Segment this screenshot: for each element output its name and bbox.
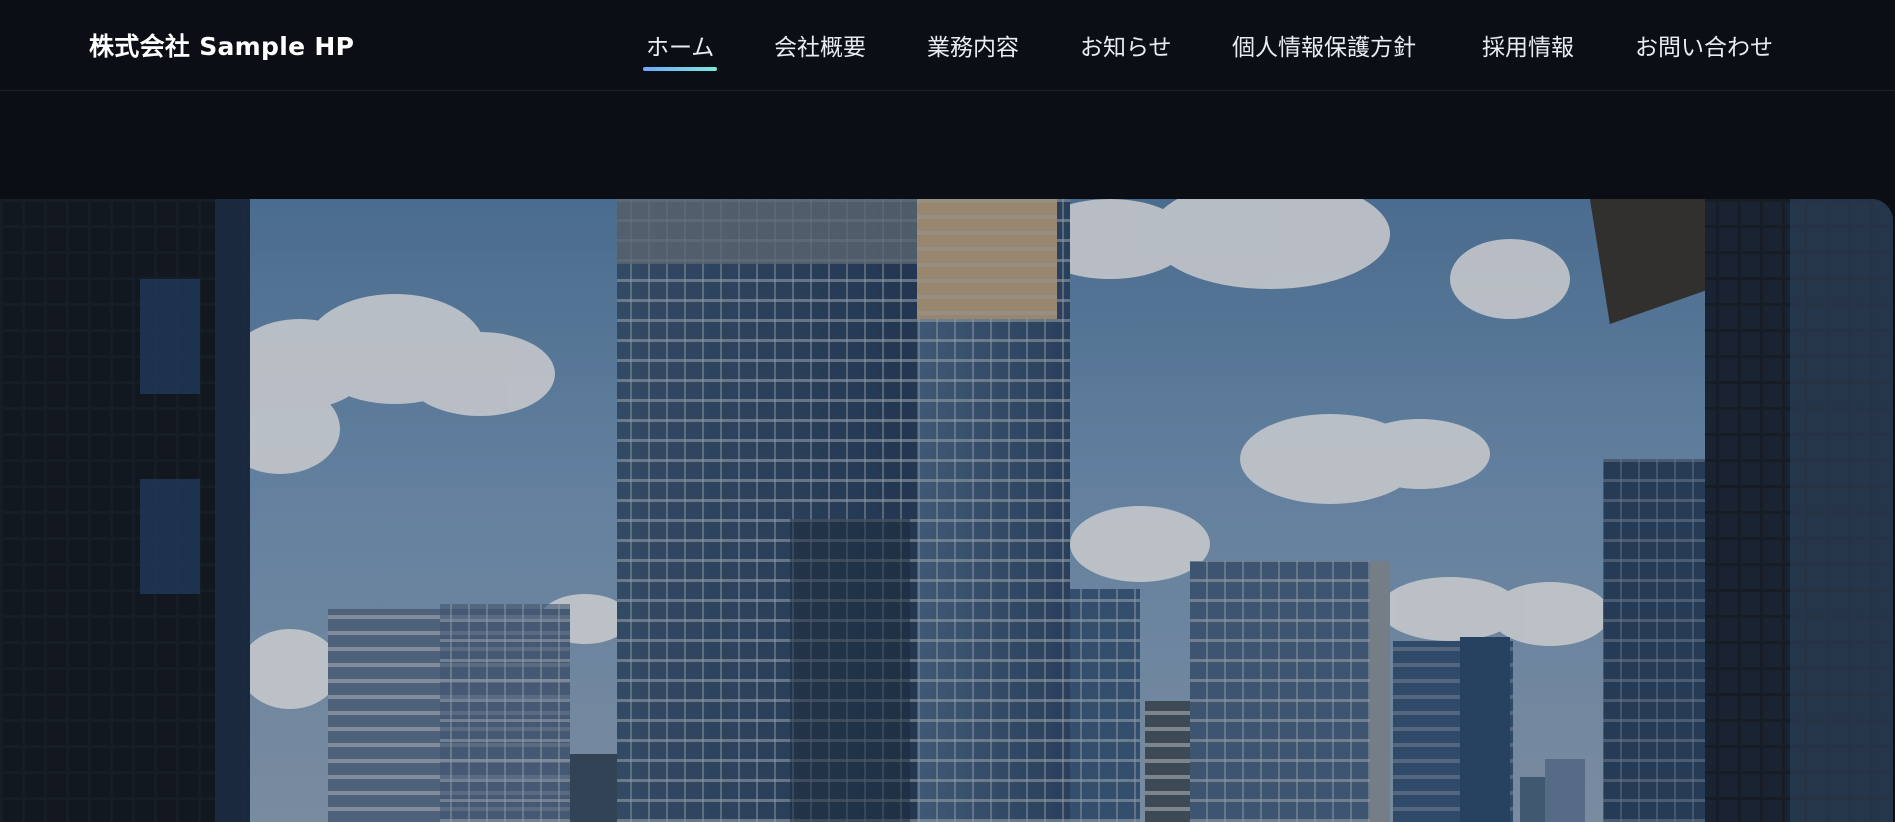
- hero-image: [0, 199, 1893, 822]
- nav-contact[interactable]: お問い合わせ: [1635, 28, 1773, 68]
- nav-recruit[interactable]: 採用情報: [1482, 28, 1574, 68]
- nav-news[interactable]: お知らせ: [1080, 28, 1172, 68]
- nav-services[interactable]: 業務内容: [927, 28, 1019, 68]
- nav-privacy-policy[interactable]: 個人情報保護方針: [1232, 28, 1416, 68]
- site-logo[interactable]: 株式会社 Sample HP: [89, 27, 354, 63]
- site-header: 株式会社 Sample HP ホーム 会社概要 業務内容 お知らせ 個人情報保護…: [0, 0, 1895, 91]
- nav-home[interactable]: ホーム: [642, 28, 718, 71]
- nav-company[interactable]: 会社概要: [774, 28, 866, 68]
- hero-dim-overlay: [0, 199, 1893, 822]
